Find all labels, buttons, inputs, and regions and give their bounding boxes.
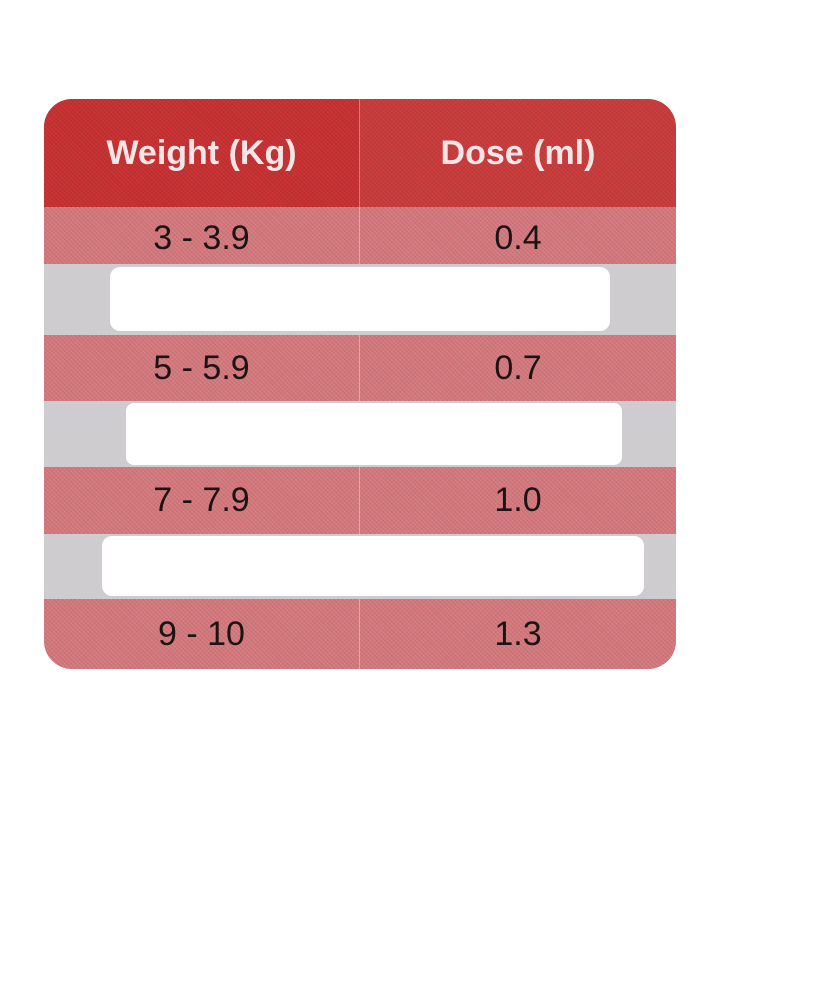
header-dose: Dose (ml) bbox=[360, 99, 676, 207]
table-row: 3 - 3.9 0.4 bbox=[44, 207, 676, 264]
blank-strip bbox=[110, 267, 610, 331]
dosage-table: Weight (Kg) Dose (ml) 3 - 3.9 0.4 5 - 5.… bbox=[44, 99, 676, 669]
dose-cell: 0.7 bbox=[360, 335, 676, 401]
blank-strip bbox=[126, 403, 622, 465]
weight-cell: 7 - 7.9 bbox=[44, 467, 360, 534]
dose-cell: 0.4 bbox=[360, 207, 676, 264]
table-header-row: Weight (Kg) Dose (ml) bbox=[44, 99, 676, 207]
dose-cell: 1.3 bbox=[360, 599, 676, 669]
header-weight: Weight (Kg) bbox=[44, 99, 360, 207]
dose-cell: 1.0 bbox=[360, 467, 676, 534]
table-row: 5 - 5.9 0.7 bbox=[44, 335, 676, 401]
table-row: 7 - 7.9 1.0 bbox=[44, 467, 676, 534]
table-row: 9 - 10 1.3 bbox=[44, 599, 676, 669]
weight-cell: 5 - 5.9 bbox=[44, 335, 360, 401]
weight-cell: 9 - 10 bbox=[44, 599, 360, 669]
blank-strip bbox=[102, 536, 644, 596]
weight-cell: 3 - 3.9 bbox=[44, 207, 360, 264]
